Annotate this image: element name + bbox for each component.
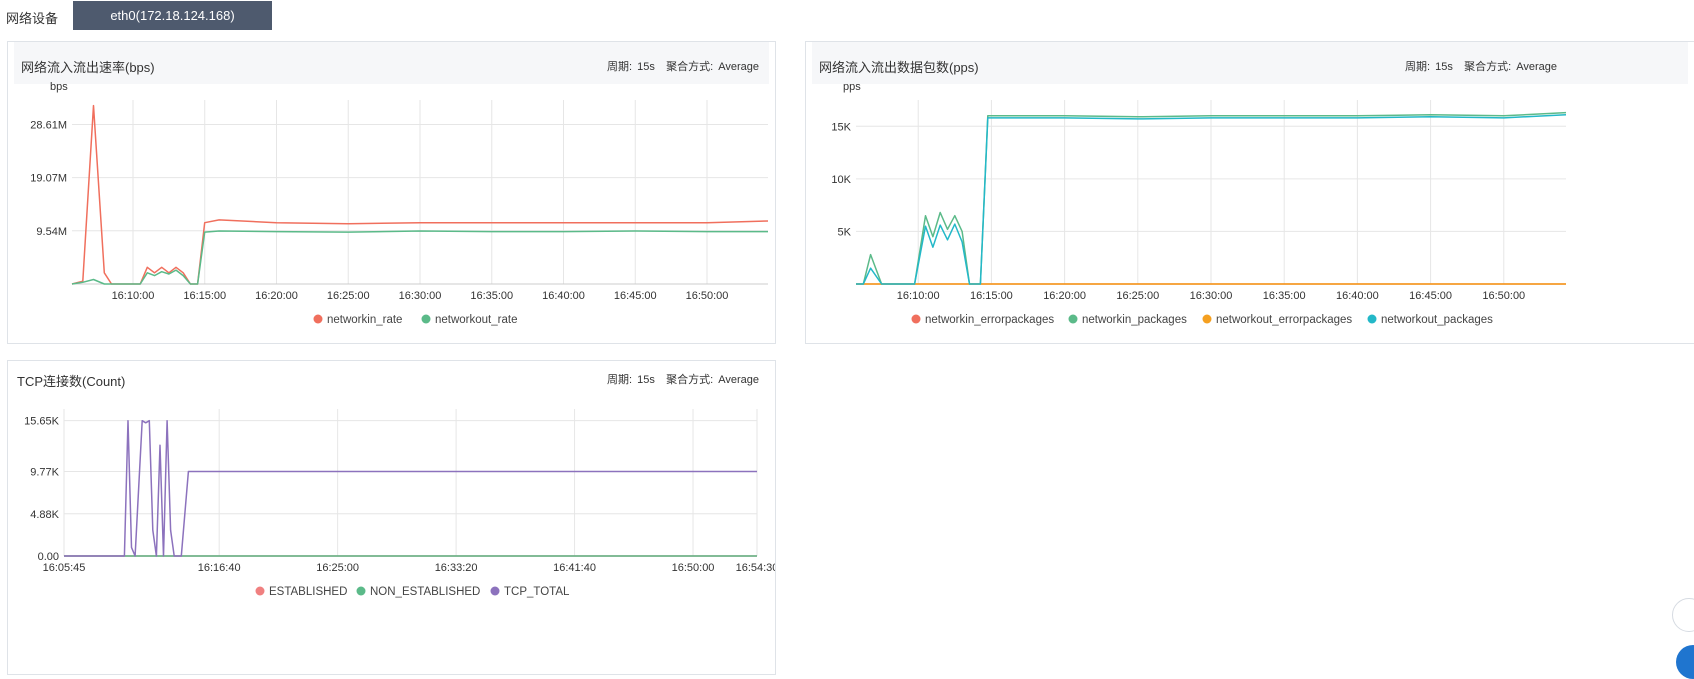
y-tick-label: 9.54M: [36, 226, 67, 238]
legend-marker-networkout-packages: [1367, 314, 1377, 324]
legend-label-networkout-rate: networkout_rate: [435, 314, 517, 326]
chart-network-pps: pps 5K 10K 15K 16:10:00 16:15:00 16:20:00 16:25…: [831, 81, 1567, 326]
device-label: 网络设备: [6, 11, 59, 26]
y-tick-label: 10K: [831, 174, 851, 186]
x-tick-label: 16:30:00: [1190, 290, 1233, 302]
chart-network-rate: bps 9.54M 19.07M 28.61M 16:10:00 16:15:00 16:2…: [30, 81, 769, 326]
x-tick-label: 16:20:00: [255, 290, 298, 302]
x-tick-label: 16:30:00: [399, 290, 442, 302]
panel-network-pps: 网络流入流出数据包数(pps) 周期: 15s 聚合方式: Average pp…: [805, 41, 1694, 344]
x-tick-label: 16:16:40: [198, 562, 241, 574]
legend-label-networkin-errorpackages: networkin_errorpackages: [925, 314, 1054, 326]
x-tick-label: 16:45:00: [1409, 290, 1452, 302]
y-tick-label: 4.88K: [30, 509, 59, 521]
legend-label-networkin-rate: networkin_rate: [327, 314, 402, 326]
y-tick-label: 5K: [838, 226, 852, 238]
legend-marker-networkin-rate: [313, 314, 323, 324]
x-tick-label: 16:25:00: [316, 562, 359, 574]
legend-label-networkout-packages: networkout_packages: [1381, 314, 1493, 326]
legend-label-networkout-errorpackages: networkout_errorpackages: [1216, 314, 1352, 326]
x-tick-label: 16:15:00: [970, 290, 1013, 302]
panel-network-rate: 网络流入流出速率(bps) 周期: 15s 聚合方式: Average bps 9…: [7, 41, 776, 344]
x-tick-label: 16:41:40: [553, 562, 596, 574]
legend-label-established: ESTABLISHED: [269, 586, 347, 598]
legend-label-networkin-packages: networkin_packages: [1082, 314, 1187, 326]
chart-tcp: 0.004.88K9.77K15.65K16:05:45 16:16:40 16:2…: [24, 409, 775, 598]
x-tick-label: 16:40:00: [542, 290, 585, 302]
legend-label-non-established: NON_ESTABLISHED: [370, 586, 480, 598]
y-tick-label: 28.61M: [30, 119, 67, 131]
x-tick-label: 16:35:00: [470, 290, 513, 302]
legend-marker-tcp-total: [490, 586, 500, 596]
legend-marker-non-established: [356, 586, 366, 596]
x-tick-label: 16:35:00: [1263, 290, 1306, 302]
x-tick-label: 16:10:00: [112, 290, 155, 302]
legend-label-tcp-total: TCP_TOTAL: [504, 586, 570, 598]
device-row: 网络设备 eth0(172.18.124.168): [0, 0, 1694, 32]
x-tick-label: 16:15:00: [183, 290, 226, 302]
device-tab-eth0[interactable]: eth0(172.18.124.168): [73, 1, 272, 30]
legend-marker-established: [255, 586, 265, 596]
x-tick-label: 16:50:00: [1482, 290, 1525, 302]
y-axis-unit-label: bps: [50, 81, 68, 93]
x-tick-label: 16:20:00: [1043, 290, 1086, 302]
y-axis-unit-label: pps: [843, 81, 861, 93]
x-tick-label: 16:50:00: [686, 290, 729, 302]
x-tick-label: 16:25:00: [1116, 290, 1159, 302]
x-tick-label: 16:33:20: [435, 562, 478, 574]
legend-marker-networkin-packages: [1068, 314, 1078, 324]
panel-tcp: TCP连接数(Count) 周期: 15s 聚合方式: Average 0.00…: [7, 360, 776, 675]
x-tick-label: 16:54:30: [736, 562, 775, 574]
legend-marker-networkin-errorpackages: [911, 314, 921, 324]
x-tick-label: 16:40:00: [1336, 290, 1379, 302]
floating-action-button[interactable]: [1672, 598, 1694, 632]
y-tick-label: 19.07M: [30, 173, 67, 185]
x-tick-label: 16:05:45: [43, 562, 86, 574]
x-tick-label: 16:45:00: [614, 290, 657, 302]
y-tick-label: 15.65K: [24, 416, 60, 428]
x-tick-label: 16:50:00: [672, 562, 715, 574]
y-tick-label: 9.77K: [30, 467, 59, 479]
y-tick-label: 15K: [831, 121, 851, 133]
legend-marker-networkout-errorpackages: [1202, 314, 1212, 324]
legend-marker-networkout-rate: [421, 314, 431, 324]
series-line-tcp-total: [64, 419, 757, 557]
x-tick-label: 16:10:00: [897, 290, 940, 302]
x-tick-label: 16:25:00: [327, 290, 370, 302]
floating-menu-button[interactable]: [1676, 645, 1694, 679]
